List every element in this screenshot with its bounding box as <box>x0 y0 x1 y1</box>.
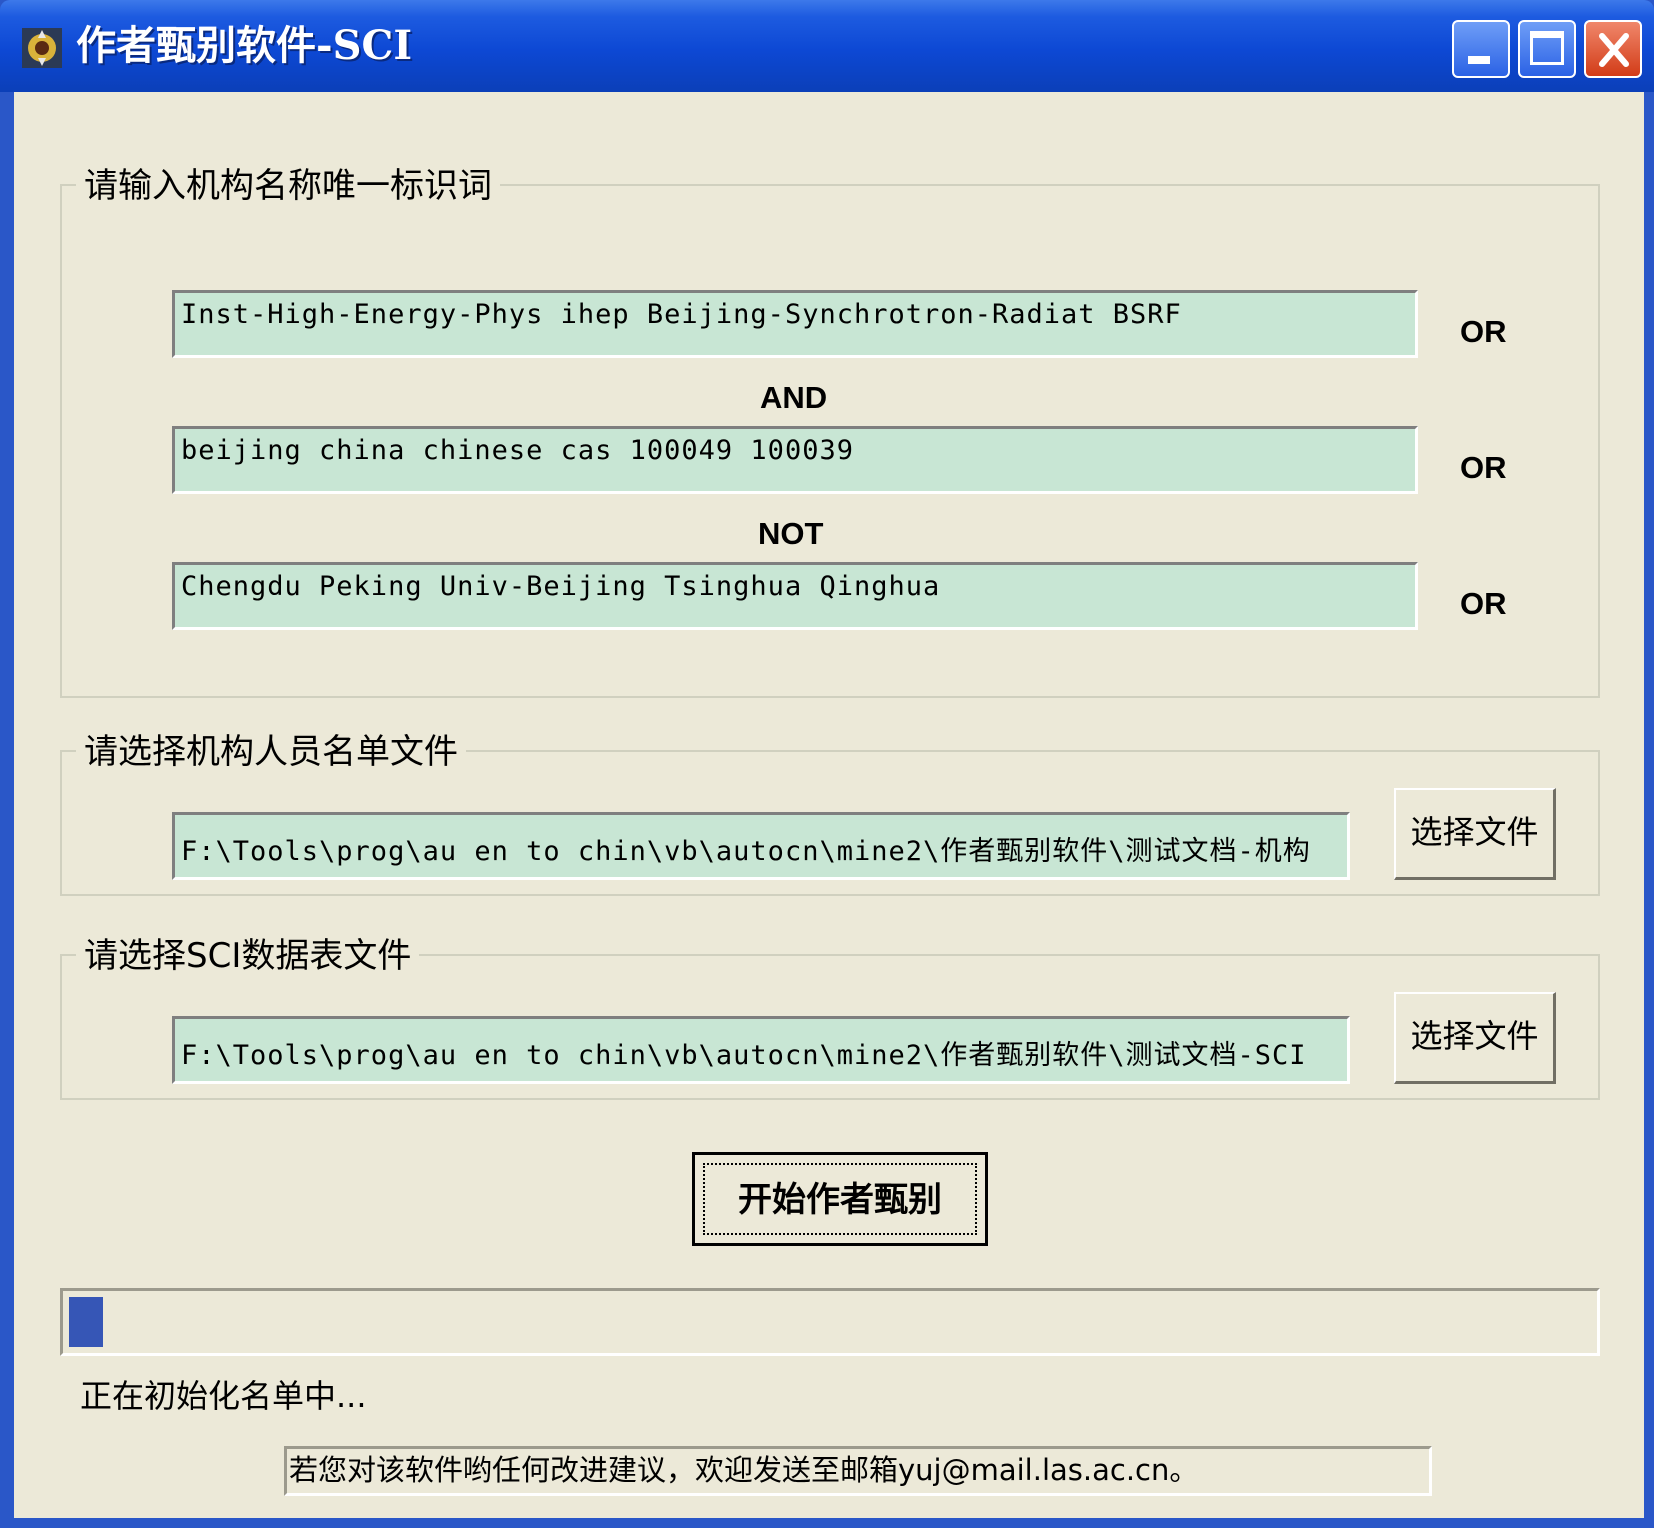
not-label: NOT <box>758 516 824 551</box>
app-window: 作者甄别软件-SCI 请输入机构名称唯一标识词 Inst-High-Energy… <box>0 0 1654 1528</box>
start-identification-button[interactable]: 开始作者甄别 <box>692 1152 988 1246</box>
maximize-button[interactable] <box>1518 20 1576 78</box>
and-label: AND <box>760 380 828 415</box>
and-keywords-field[interactable]: beijing china chinese cas 100049 100039 <box>172 426 1418 494</box>
minimize-button[interactable] <box>1452 20 1510 78</box>
sci-table-path-field[interactable]: F:\Tools\prog\au en to chin\vb\autocn\mi… <box>172 1016 1350 1084</box>
include-keywords-field[interactable]: Inst-High-Energy-Phys ihep Beijing-Synch… <box>172 290 1418 358</box>
or-label-3: OR <box>1460 586 1507 621</box>
feedback-field: 若您对该软件哟任何改进建议，欢迎发送至邮箱yuj@mail.las.ac.cn。 <box>284 1446 1432 1496</box>
close-icon <box>1599 33 1629 67</box>
or-label-2: OR <box>1460 450 1507 485</box>
choose-staff-file-button[interactable]: 选择文件 <box>1394 788 1556 880</box>
minimize-icon <box>1468 56 1490 64</box>
or-label-1: OR <box>1460 314 1507 349</box>
not-keywords-field[interactable]: Chengdu Peking Univ-Beijing Tsinghua Qin… <box>172 562 1418 630</box>
maximize-icon <box>1530 31 1564 65</box>
client-area: 请输入机构名称唯一标识词 Inst-High-Energy-Phys ihep … <box>14 92 1644 1518</box>
title-bar[interactable]: 作者甄别软件-SCI <box>0 0 1654 92</box>
choose-sci-file-button[interactable]: 选择文件 <box>1394 992 1556 1084</box>
staff-list-group-label: 请选择机构人员名单文件 <box>76 732 466 772</box>
status-text: 正在初始化名单中... <box>80 1377 367 1415</box>
sci-table-group-label: 请选择SCI数据表文件 <box>76 936 420 976</box>
progress-bar <box>60 1288 1600 1356</box>
identifiers-group-label: 请输入机构名称唯一标识词 <box>76 166 500 206</box>
staff-list-path-field[interactable]: F:\Tools\prog\au en to chin\vb\autocn\mi… <box>172 812 1350 880</box>
close-button[interactable] <box>1584 20 1642 78</box>
app-icon <box>22 28 62 68</box>
progress-fill <box>69 1297 103 1347</box>
window-title: 作者甄别软件-SCI <box>76 22 413 69</box>
start-button-label: 开始作者甄别 <box>703 1163 977 1235</box>
